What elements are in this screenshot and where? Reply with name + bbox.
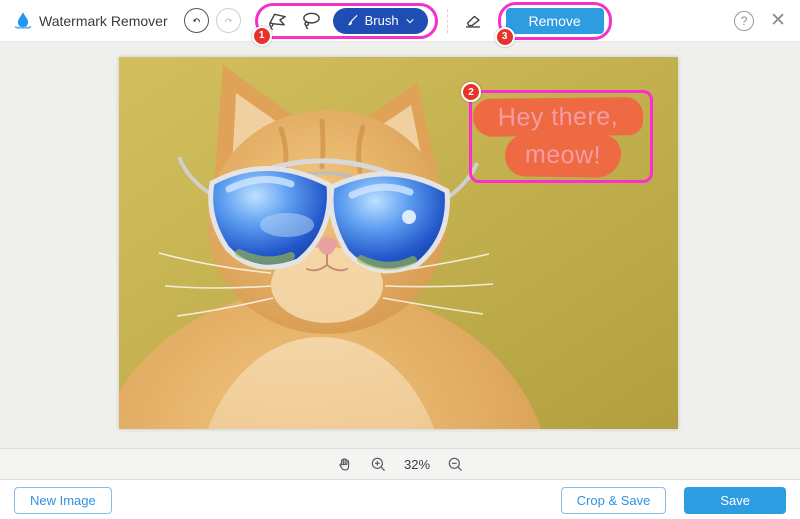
step-2-badge: 2 <box>461 82 481 102</box>
crop-save-button[interactable]: Crop & Save <box>561 487 667 514</box>
close-icon: ✕ <box>770 10 786 31</box>
lasso-tool-button[interactable] <box>299 8 325 34</box>
top-toolbar: Watermark Remover 1 <box>0 0 800 42</box>
footer-bar: New Image Crop & Save Save <box>0 480 800 519</box>
toolbar-divider <box>447 9 449 33</box>
zoom-in-icon <box>370 456 387 473</box>
editor-workspace: 2 Hey there, meow! <box>0 42 800 448</box>
brush-icon <box>346 14 359 27</box>
step-1-badge: 1 <box>252 26 272 46</box>
app-title: Watermark Remover <box>39 13 168 29</box>
chevron-down-icon <box>405 16 415 26</box>
cat-photo-canvas[interactable]: 2 Hey there, meow! <box>119 57 678 429</box>
watermark-remover-window: Watermark Remover 1 <box>0 0 800 519</box>
redo-button[interactable] <box>216 8 241 33</box>
remove-action-group: 3 Remove <box>498 2 612 40</box>
zoom-out-icon <box>447 456 464 473</box>
zoom-toolbar: 32% <box>0 448 800 480</box>
eraser-tool-button[interactable] <box>458 6 488 36</box>
watermark-brush-stroke: meow! <box>505 133 622 178</box>
remove-button[interactable]: Remove <box>506 8 604 34</box>
brush-tool-dropdown[interactable]: Brush <box>333 8 428 34</box>
help-icon: ? <box>741 14 748 28</box>
app-logo-icon <box>12 10 34 32</box>
history-controls <box>184 8 241 33</box>
lasso-icon <box>300 9 323 32</box>
redo-icon <box>221 13 236 28</box>
new-image-button[interactable]: New Image <box>14 487 112 514</box>
zoom-out-button[interactable] <box>447 456 464 473</box>
save-button[interactable]: Save <box>684 487 786 514</box>
brand: Watermark Remover <box>12 10 168 32</box>
undo-button[interactable] <box>184 8 209 33</box>
hand-icon <box>336 456 353 473</box>
brush-label: Brush <box>365 13 399 28</box>
watermark-text-line2: meow! <box>525 140 602 170</box>
close-button[interactable]: ✕ <box>768 11 788 30</box>
watermark-text-line1: Hey there, <box>498 102 619 132</box>
pan-hand-button[interactable] <box>336 456 353 473</box>
zoom-in-button[interactable] <box>370 456 387 473</box>
watermark-brush-stroke: Hey there, <box>473 97 643 137</box>
zoom-level-value: 32% <box>404 457 430 472</box>
watermark-selection-rect[interactable]: 2 Hey there, meow! <box>469 90 653 183</box>
eraser-icon <box>462 10 484 32</box>
help-button[interactable]: ? <box>734 11 754 31</box>
undo-icon <box>189 13 204 28</box>
selection-tools-group: 1 Brush <box>255 3 438 39</box>
step-3-badge: 3 <box>495 27 515 47</box>
